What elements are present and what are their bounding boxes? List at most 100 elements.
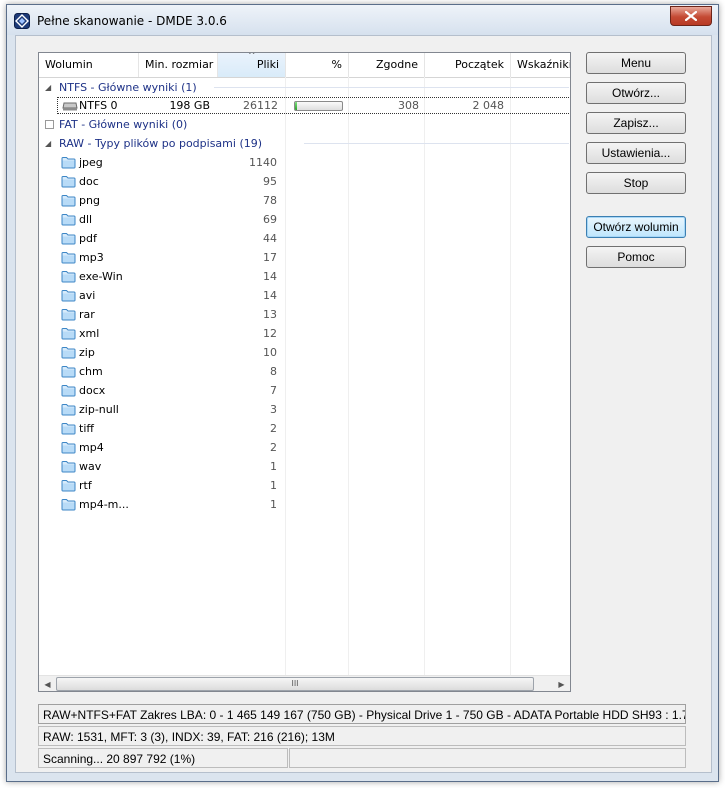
- file-type-row[interactable]: jpeg 1140: [39, 153, 570, 172]
- volume-matches: 308: [398, 99, 419, 112]
- column-header-min-size[interactable]: Min. rozmiar: [139, 53, 218, 77]
- file-type-name: xml: [79, 327, 100, 340]
- expanded-triangle-icon[interactable]: ◢: [45, 134, 51, 153]
- file-type-count: 69: [263, 213, 277, 226]
- file-type-row[interactable]: dll 69: [39, 210, 570, 229]
- match-progress-bar: [294, 101, 343, 111]
- file-type-row[interactable]: doc 95: [39, 172, 570, 191]
- empty-group-checkbox-icon: [45, 120, 54, 129]
- scrollbar-thumb[interactable]: III: [56, 677, 534, 691]
- file-type-row[interactable]: avi 14: [39, 286, 570, 305]
- status-scanning: Scanning... 20 897 792 (1%): [38, 748, 288, 768]
- scroll-left-icon[interactable]: ◀: [39, 676, 56, 691]
- menu-button[interactable]: Menu: [586, 52, 686, 74]
- status-counts: RAW: 1531, MFT: 3 (3), INDX: 39, FAT: 21…: [38, 726, 686, 746]
- folder-icon: [61, 214, 76, 226]
- column-header-flags[interactable]: Wskaźniki: [511, 53, 570, 77]
- group-raw[interactable]: ◢ RAW - Typy plików po podpisami (19): [39, 134, 570, 153]
- app-window: Pełne skanowanie - DMDE 3.0.6 Wolumin Mi…: [6, 4, 719, 782]
- folder-icon: [61, 271, 76, 283]
- folder-icon: [61, 404, 76, 416]
- file-type-row[interactable]: rtf 1: [39, 476, 570, 495]
- hard-drive-icon: [62, 102, 78, 111]
- file-type-row[interactable]: exe-Win 14: [39, 267, 570, 286]
- title-bar[interactable]: Pełne skanowanie - DMDE 3.0.6: [7, 5, 718, 35]
- file-type-row[interactable]: mp3 17: [39, 248, 570, 267]
- sort-ascending-icon: ^: [248, 53, 256, 61]
- expanded-triangle-icon[interactable]: ◢: [45, 78, 51, 97]
- file-type-row[interactable]: chm 8: [39, 362, 570, 381]
- open-button[interactable]: Otwórz...: [586, 82, 686, 104]
- file-type-row[interactable]: wav 1: [39, 457, 570, 476]
- file-type-name: doc: [79, 175, 99, 188]
- group-raw-label: RAW - Typy plików po podpisami (19): [59, 137, 263, 150]
- file-type-name: chm: [79, 365, 103, 378]
- folder-icon: [61, 461, 76, 473]
- scan-results-list[interactable]: Wolumin Min. rozmiar ^ Pliki % Zgodne Poc…: [38, 52, 571, 692]
- file-type-name: rar: [79, 308, 95, 321]
- file-type-count: 1: [270, 460, 277, 473]
- scroll-right-icon[interactable]: ▶: [553, 676, 570, 691]
- file-type-count: 2: [270, 422, 277, 435]
- file-type-name: pdf: [79, 232, 97, 245]
- column-header-percent[interactable]: %: [286, 53, 349, 77]
- file-type-name: mp3: [79, 251, 104, 264]
- settings-button[interactable]: Ustawienia...: [586, 142, 686, 164]
- group-fat-label: FAT - Główne wyniki (0): [59, 118, 188, 131]
- column-header-start[interactable]: Początek: [425, 53, 511, 77]
- file-type-count: 10: [263, 346, 277, 359]
- volume-files: 26112: [243, 99, 278, 112]
- file-type-row[interactable]: tiff 2: [39, 419, 570, 438]
- folder-icon: [61, 442, 76, 454]
- file-type-row[interactable]: zip 10: [39, 343, 570, 362]
- file-type-count: 44: [263, 232, 277, 245]
- file-type-count: 17: [263, 251, 277, 264]
- file-type-count: 95: [263, 175, 277, 188]
- help-button[interactable]: Pomoc: [586, 246, 686, 268]
- file-type-name: avi: [79, 289, 96, 302]
- folder-icon: [61, 499, 76, 511]
- file-type-name: docx: [79, 384, 106, 397]
- column-header-matches[interactable]: Zgodne: [349, 53, 425, 77]
- save-button[interactable]: Zapisz...: [586, 112, 686, 134]
- folder-icon: [61, 176, 76, 188]
- file-type-name: png: [79, 194, 100, 207]
- horizontal-scrollbar[interactable]: ◀ III ▶: [39, 675, 570, 691]
- ntfs-volume-row[interactable]: NTFS 0 198 GB 26112 308 2 048: [57, 97, 570, 114]
- file-type-name: exe-Win: [79, 270, 123, 283]
- group-ntfs[interactable]: ◢ NTFS - Główne wyniki (1): [39, 78, 570, 97]
- file-type-row[interactable]: xml 12: [39, 324, 570, 343]
- match-progress-fill: [295, 102, 298, 110]
- open-volume-button[interactable]: Otwórz wolumin: [586, 216, 686, 238]
- column-header-volume[interactable]: Wolumin: [39, 53, 139, 77]
- file-type-count: 13: [263, 308, 277, 321]
- file-type-row[interactable]: mp4 2: [39, 438, 570, 457]
- file-type-name: rtf: [79, 479, 92, 492]
- column-header-files[interactable]: ^ Pliki: [218, 53, 286, 77]
- file-type-row[interactable]: zip-null 3: [39, 400, 570, 419]
- dialog-client-area: Wolumin Min. rozmiar ^ Pliki % Zgodne Poc…: [15, 35, 712, 773]
- dmde-app-icon: [14, 13, 30, 29]
- folder-icon: [61, 233, 76, 245]
- file-type-count: 2: [270, 441, 277, 454]
- file-type-count: 7: [270, 384, 277, 397]
- file-type-row[interactable]: pdf 44: [39, 229, 570, 248]
- close-button[interactable]: [670, 6, 712, 26]
- group-ntfs-label: NTFS - Główne wyniki (1): [59, 81, 197, 94]
- folder-icon: [61, 366, 76, 378]
- file-type-count: 1140: [249, 156, 277, 169]
- file-type-row[interactable]: docx 7: [39, 381, 570, 400]
- status-secondary: [289, 748, 686, 768]
- file-type-name: zip-null: [79, 403, 119, 416]
- folder-icon: [61, 328, 76, 340]
- group-fat[interactable]: FAT - Główne wyniki (0): [39, 115, 570, 134]
- stop-button[interactable]: Stop: [586, 172, 686, 194]
- file-type-count: 78: [263, 194, 277, 207]
- file-type-name: wav: [79, 460, 102, 473]
- file-type-row[interactable]: mp4-m... 1: [39, 495, 570, 514]
- file-type-row[interactable]: png 78: [39, 191, 570, 210]
- group-divider: [214, 87, 569, 88]
- file-type-count: 12: [263, 327, 277, 340]
- window-title: Pełne skanowanie - DMDE 3.0.6: [37, 14, 227, 28]
- file-type-row[interactable]: rar 13: [39, 305, 570, 324]
